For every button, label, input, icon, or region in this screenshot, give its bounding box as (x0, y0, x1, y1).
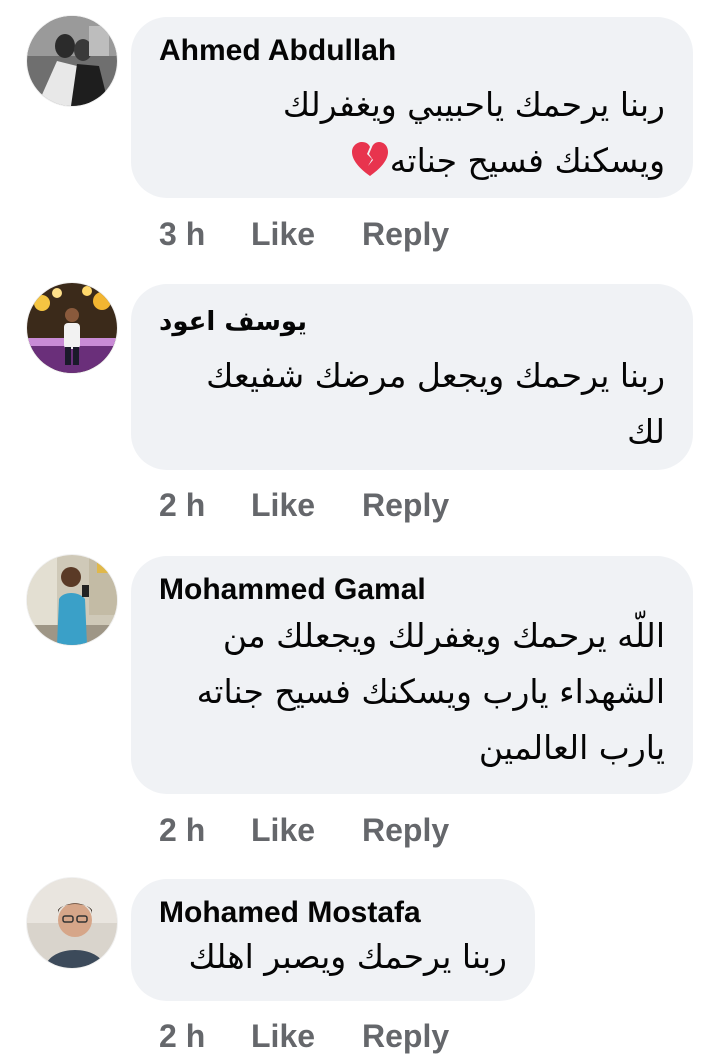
like-button[interactable]: Like (251, 485, 315, 525)
comment-text-line: اللّه يرحمك ويغفرلك ويجعلك من (222, 616, 665, 655)
comment-text-line: ربنا يرحمك ويصبر اهلك (188, 937, 508, 976)
comment-text-line: يارب العالمين (478, 728, 665, 767)
comment-text-line: لك (627, 412, 665, 451)
comment-text: ربنا يرحمك ياحبيبي ويغفرلك ويسكنك فسيح ج… (159, 77, 665, 189)
avatar[interactable] (27, 16, 117, 106)
comment-text-line: الشهداء يارب ويسكنك فسيح جناته (196, 672, 665, 711)
comment-text-line: ويسكنك فسيح جناته (159, 133, 665, 189)
reply-button[interactable]: Reply (362, 214, 449, 254)
comment-text: ربنا يرحمك ويصبر اهلك (159, 929, 508, 985)
comment-bubble: Mohamed Mostafa ربنا يرحمك ويصبر اهلك (131, 879, 535, 1001)
comment-author[interactable]: Ahmed Abdullah (159, 33, 665, 69)
avatar-photo-icon (27, 878, 117, 968)
comment-timestamp: 2 h (159, 1018, 206, 1054)
avatar[interactable] (27, 283, 117, 373)
avatar-photo-icon (27, 283, 117, 373)
avatar-photo-icon (27, 555, 117, 645)
comment-author[interactable]: يوسف اعود (159, 304, 307, 340)
broken-heart-icon (350, 140, 390, 180)
like-button[interactable]: Like (251, 214, 315, 254)
comment-text-line-content: ويسكنك فسيح جناته (389, 141, 665, 180)
comment-bubble: Ahmed Abdullah ربنا يرحمك ياحبيبي ويغفرل… (131, 17, 693, 198)
avatar[interactable] (27, 555, 117, 645)
comment-bubble: يوسف اعود ربنا يرحمك ويجعل مرضك شفيعك لك (131, 284, 693, 470)
comment-timestamp: 3 h (159, 216, 206, 252)
comment-text: ربنا يرحمك ويجعل مرضك شفيعك لك (159, 348, 665, 460)
comment-timestamp: 2 h (159, 487, 206, 523)
comment-text: اللّه يرحمك ويغفرلك ويجعلك من الشهداء يا… (159, 608, 665, 776)
like-button[interactable]: Like (251, 1016, 315, 1056)
comment-text-line: ربنا يرحمك ويجعل مرضك شفيعك (206, 356, 665, 395)
reply-button[interactable]: Reply (362, 1016, 449, 1056)
comment-bubble: Mohammed Gamal اللّه يرحمك ويغفرلك ويجعل… (131, 556, 693, 794)
reply-button[interactable]: Reply (362, 810, 449, 850)
like-button[interactable]: Like (251, 810, 315, 850)
comment-text-line: ربنا يرحمك ياحبيبي ويغفرلك (282, 85, 665, 124)
avatar[interactable] (27, 878, 117, 968)
comment-author[interactable]: Mohamed Mostafa (159, 895, 507, 931)
reply-button[interactable]: Reply (362, 485, 449, 525)
comment-author[interactable]: Mohammed Gamal (159, 572, 665, 608)
avatar-photo-icon (27, 16, 117, 106)
comment-timestamp: 2 h (159, 812, 206, 848)
